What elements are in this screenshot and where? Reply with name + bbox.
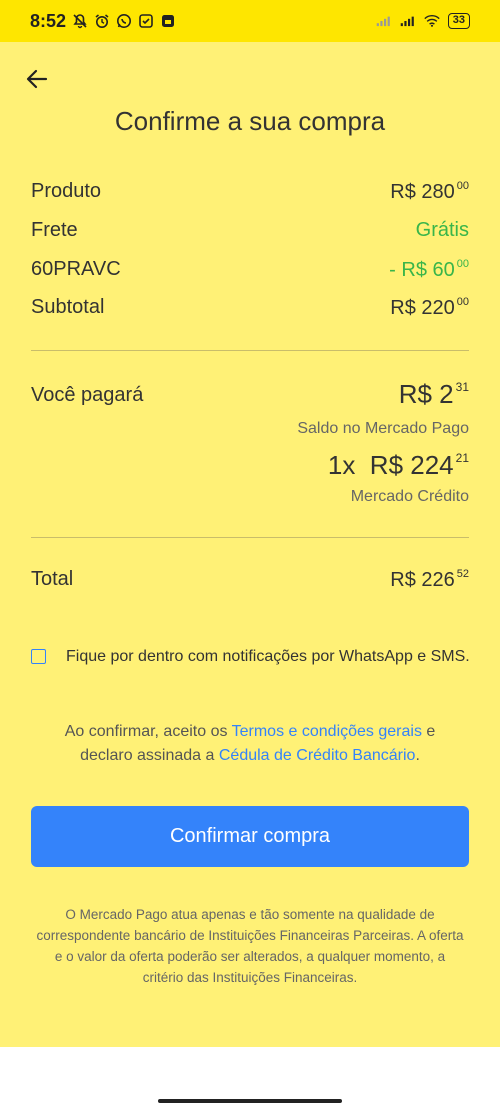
legal-disclaimer: O Mercado Pago atua apenas e tão somente… [36,907,464,985]
summary-row-coupon: 60PRAVC - R$ 60 00 [31,258,469,282]
battery-indicator: 33 [447,13,470,29]
confirm-purchase-button[interactable]: Confirmar compra [31,806,469,867]
product-value: R$ 280 00 [390,180,469,203]
payment-label: Você pagará [31,384,144,406]
summary-row-product: Produto R$ 280 00 [31,180,469,204]
total-value: R$ 226 52 [390,568,469,591]
subtotal-label: Subtotal [31,296,105,318]
balance-amount: R$ 2 31 [398,379,469,409]
whatsapp-icon [116,13,132,29]
system-icons: 33 [376,13,470,29]
app-icon [160,13,176,29]
wifi-icon [424,13,440,29]
credit-amount: 1x R$ 224 21 [327,450,469,480]
credit-source: Mercado Crédito [350,488,469,505]
total-label: Total [31,568,74,590]
subtotal-value: R$ 220 00 [390,296,469,319]
whatsapp-notifications-checkbox[interactable] [31,649,46,664]
bell-off-icon [72,13,88,29]
signal-icon-sim2 [400,13,416,29]
coupon-label: 60PRAVC [31,258,121,280]
terms-text: Ao confirmar, aceito os Termos e condiçõ… [64,723,436,764]
status-bar: 8:52 33 [0,0,500,42]
alarm-icon [94,13,110,29]
ccb-link[interactable]: Cédula de Crédito Bancário [219,747,416,764]
checkbox-app-icon [138,13,154,29]
divider [31,537,469,538]
home-indicator[interactable] [158,1099,342,1103]
balance-source: Saldo no Mercado Pago [297,420,469,437]
shipping-label: Frete [31,219,78,241]
coupon-value: - R$ 60 00 [389,258,469,281]
notification-icons [72,13,176,29]
page-title: Confirme a sua compra [114,106,386,136]
total-row: Total R$ 226 52 [31,568,469,592]
status-time: 8:52 [30,10,67,31]
product-label: Produto [31,180,102,202]
terms-link[interactable]: Termos e condições gerais [232,723,422,740]
signal-icon-sim1 [376,13,392,29]
whatsapp-notifications-label: Fique por dentro com notificações por Wh… [66,648,470,665]
checkout-screen: Confirme a sua compra Produto R$ 280 00 F… [0,42,500,1047]
summary-row-shipping: Frete Grátis [31,219,469,242]
back-arrow-icon[interactable] [24,66,50,92]
summary-row-subtotal: Subtotal R$ 220 00 [31,296,469,320]
shipping-value: Grátis [415,219,469,241]
divider [31,350,469,351]
